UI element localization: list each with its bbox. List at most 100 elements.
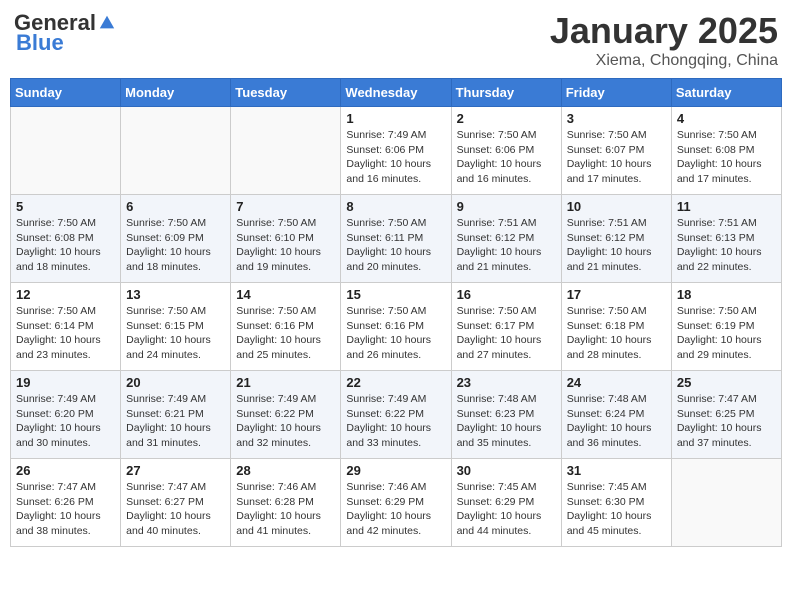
day-number: 5 bbox=[16, 199, 115, 214]
day-number: 9 bbox=[457, 199, 556, 214]
day-info: Sunrise: 7:50 AM Sunset: 6:10 PM Dayligh… bbox=[236, 216, 335, 275]
calendar-cell: 4 Sunrise: 7:50 AM Sunset: 6:08 PM Daylig… bbox=[671, 107, 781, 195]
logo-blue: Blue bbox=[16, 30, 64, 56]
week-row-3: 12 Sunrise: 7:50 AM Sunset: 6:14 PM Dayli… bbox=[11, 283, 782, 371]
calendar-cell: 13 Sunrise: 7:50 AM Sunset: 6:15 PM Dayli… bbox=[121, 283, 231, 371]
calendar-cell bbox=[231, 107, 341, 195]
day-info: Sunrise: 7:50 AM Sunset: 6:14 PM Dayligh… bbox=[16, 304, 115, 363]
day-number: 4 bbox=[677, 111, 776, 126]
calendar-cell: 31Sunrise: 7:45 AM Sunset: 6:30 PM Dayli… bbox=[561, 459, 671, 547]
calendar-cell: 30 Sunrise: 7:45 AM Sunset: 6:29 PM Dayli… bbox=[451, 459, 561, 547]
day-number: 17 bbox=[567, 287, 666, 302]
day-number: 28 bbox=[236, 463, 335, 478]
day-info: Sunrise: 7:50 AM Sunset: 6:09 PM Dayligh… bbox=[126, 216, 225, 275]
day-number: 24 bbox=[567, 375, 666, 390]
day-info: Sunrise: 7:47 AM Sunset: 6:27 PM Dayligh… bbox=[126, 480, 225, 539]
day-info: Sunrise: 7:51 AM Sunset: 6:12 PM Dayligh… bbox=[457, 216, 556, 275]
day-info: Sunrise: 7:49 AM Sunset: 6:06 PM Dayligh… bbox=[346, 128, 445, 187]
day-info: Sunrise: 7:47 AM Sunset: 6:25 PM Dayligh… bbox=[677, 392, 776, 451]
title-block: January 2025 Xiema, Chongqing, China bbox=[550, 10, 778, 70]
calendar-cell: 25 Sunrise: 7:47 AM Sunset: 6:25 PM Dayli… bbox=[671, 371, 781, 459]
weekday-header-sunday: Sunday bbox=[11, 79, 121, 107]
week-row-4: 19Sunrise: 7:49 AM Sunset: 6:20 PM Dayli… bbox=[11, 371, 782, 459]
calendar-cell bbox=[11, 107, 121, 195]
day-info: Sunrise: 7:50 AM Sunset: 6:06 PM Dayligh… bbox=[457, 128, 556, 187]
calendar-cell: 2Sunrise: 7:50 AM Sunset: 6:06 PM Daylig… bbox=[451, 107, 561, 195]
calendar-cell: 7 Sunrise: 7:50 AM Sunset: 6:10 PM Daylig… bbox=[231, 195, 341, 283]
day-number: 21 bbox=[236, 375, 335, 390]
day-number: 23 bbox=[457, 375, 556, 390]
week-row-5: 26Sunrise: 7:47 AM Sunset: 6:26 PM Dayli… bbox=[11, 459, 782, 547]
calendar-cell: 6 Sunrise: 7:50 AM Sunset: 6:09 PM Daylig… bbox=[121, 195, 231, 283]
day-number: 13 bbox=[126, 287, 225, 302]
calendar-cell: 22 Sunrise: 7:49 AM Sunset: 6:22 PM Dayli… bbox=[341, 371, 451, 459]
day-info: Sunrise: 7:50 AM Sunset: 6:19 PM Dayligh… bbox=[677, 304, 776, 363]
day-info: Sunrise: 7:50 AM Sunset: 6:08 PM Dayligh… bbox=[677, 128, 776, 187]
calendar-cell: 11 Sunrise: 7:51 AM Sunset: 6:13 PM Dayli… bbox=[671, 195, 781, 283]
calendar-cell: 24 Sunrise: 7:48 AM Sunset: 6:24 PM Dayli… bbox=[561, 371, 671, 459]
calendar-cell: 21 Sunrise: 7:49 AM Sunset: 6:22 PM Dayli… bbox=[231, 371, 341, 459]
day-number: 10 bbox=[567, 199, 666, 214]
day-number: 14 bbox=[236, 287, 335, 302]
weekday-header-monday: Monday bbox=[121, 79, 231, 107]
calendar-cell: 3Sunrise: 7:50 AM Sunset: 6:07 PM Daylig… bbox=[561, 107, 671, 195]
page-header: General Blue January 2025 Xiema, Chongqi… bbox=[10, 10, 782, 70]
day-number: 22 bbox=[346, 375, 445, 390]
day-info: Sunrise: 7:47 AM Sunset: 6:26 PM Dayligh… bbox=[16, 480, 115, 539]
calendar-cell: 20 Sunrise: 7:49 AM Sunset: 6:21 PM Dayli… bbox=[121, 371, 231, 459]
day-info: Sunrise: 7:51 AM Sunset: 6:13 PM Dayligh… bbox=[677, 216, 776, 275]
day-number: 29 bbox=[346, 463, 445, 478]
calendar-cell: 14Sunrise: 7:50 AM Sunset: 6:16 PM Dayli… bbox=[231, 283, 341, 371]
day-info: Sunrise: 7:50 AM Sunset: 6:08 PM Dayligh… bbox=[16, 216, 115, 275]
day-number: 8 bbox=[346, 199, 445, 214]
weekday-header-friday: Friday bbox=[561, 79, 671, 107]
day-info: Sunrise: 7:49 AM Sunset: 6:22 PM Dayligh… bbox=[236, 392, 335, 451]
day-number: 20 bbox=[126, 375, 225, 390]
day-info: Sunrise: 7:49 AM Sunset: 6:22 PM Dayligh… bbox=[346, 392, 445, 451]
day-info: Sunrise: 7:50 AM Sunset: 6:18 PM Dayligh… bbox=[567, 304, 666, 363]
calendar-cell: 1Sunrise: 7:49 AM Sunset: 6:06 PM Daylig… bbox=[341, 107, 451, 195]
day-info: Sunrise: 7:45 AM Sunset: 6:29 PM Dayligh… bbox=[457, 480, 556, 539]
calendar-cell: 27 Sunrise: 7:47 AM Sunset: 6:27 PM Dayli… bbox=[121, 459, 231, 547]
logo-icon bbox=[98, 14, 116, 32]
day-info: Sunrise: 7:49 AM Sunset: 6:21 PM Dayligh… bbox=[126, 392, 225, 451]
day-info: Sunrise: 7:48 AM Sunset: 6:23 PM Dayligh… bbox=[457, 392, 556, 451]
day-number: 25 bbox=[677, 375, 776, 390]
day-info: Sunrise: 7:50 AM Sunset: 6:11 PM Dayligh… bbox=[346, 216, 445, 275]
calendar-table: SundayMondayTuesdayWednesdayThursdayFrid… bbox=[10, 78, 782, 547]
day-info: Sunrise: 7:50 AM Sunset: 6:16 PM Dayligh… bbox=[346, 304, 445, 363]
calendar-cell: 10 Sunrise: 7:51 AM Sunset: 6:12 PM Dayli… bbox=[561, 195, 671, 283]
calendar-cell: 23 Sunrise: 7:48 AM Sunset: 6:23 PM Dayli… bbox=[451, 371, 561, 459]
calendar-cell: 15Sunrise: 7:50 AM Sunset: 6:16 PM Dayli… bbox=[341, 283, 451, 371]
calendar-cell: 5 Sunrise: 7:50 AM Sunset: 6:08 PM Daylig… bbox=[11, 195, 121, 283]
logo: General Blue bbox=[14, 10, 116, 56]
week-row-1: 1Sunrise: 7:49 AM Sunset: 6:06 PM Daylig… bbox=[11, 107, 782, 195]
day-info: Sunrise: 7:50 AM Sunset: 6:17 PM Dayligh… bbox=[457, 304, 556, 363]
day-number: 12 bbox=[16, 287, 115, 302]
calendar-cell: 26Sunrise: 7:47 AM Sunset: 6:26 PM Dayli… bbox=[11, 459, 121, 547]
weekday-header-tuesday: Tuesday bbox=[231, 79, 341, 107]
weekday-header-row: SundayMondayTuesdayWednesdayThursdayFrid… bbox=[11, 79, 782, 107]
weekday-header-saturday: Saturday bbox=[671, 79, 781, 107]
calendar-cell: 17 Sunrise: 7:50 AM Sunset: 6:18 PM Dayli… bbox=[561, 283, 671, 371]
calendar-cell bbox=[671, 459, 781, 547]
weekday-header-thursday: Thursday bbox=[451, 79, 561, 107]
calendar-title: January 2025 bbox=[550, 10, 778, 52]
day-info: Sunrise: 7:45 AM Sunset: 6:30 PM Dayligh… bbox=[567, 480, 666, 539]
day-number: 30 bbox=[457, 463, 556, 478]
calendar-cell: 16 Sunrise: 7:50 AM Sunset: 6:17 PM Dayli… bbox=[451, 283, 561, 371]
day-number: 11 bbox=[677, 199, 776, 214]
calendar-cell: 8 Sunrise: 7:50 AM Sunset: 6:11 PM Daylig… bbox=[341, 195, 451, 283]
calendar-cell: 19Sunrise: 7:49 AM Sunset: 6:20 PM Dayli… bbox=[11, 371, 121, 459]
day-number: 27 bbox=[126, 463, 225, 478]
day-number: 16 bbox=[457, 287, 556, 302]
week-row-2: 5 Sunrise: 7:50 AM Sunset: 6:08 PM Daylig… bbox=[11, 195, 782, 283]
day-info: Sunrise: 7:48 AM Sunset: 6:24 PM Dayligh… bbox=[567, 392, 666, 451]
day-info: Sunrise: 7:51 AM Sunset: 6:12 PM Dayligh… bbox=[567, 216, 666, 275]
calendar-cell: 18Sunrise: 7:50 AM Sunset: 6:19 PM Dayli… bbox=[671, 283, 781, 371]
day-info: Sunrise: 7:50 AM Sunset: 6:15 PM Dayligh… bbox=[126, 304, 225, 363]
day-number: 6 bbox=[126, 199, 225, 214]
day-info: Sunrise: 7:46 AM Sunset: 6:28 PM Dayligh… bbox=[236, 480, 335, 539]
day-info: Sunrise: 7:50 AM Sunset: 6:07 PM Dayligh… bbox=[567, 128, 666, 187]
day-number: 7 bbox=[236, 199, 335, 214]
